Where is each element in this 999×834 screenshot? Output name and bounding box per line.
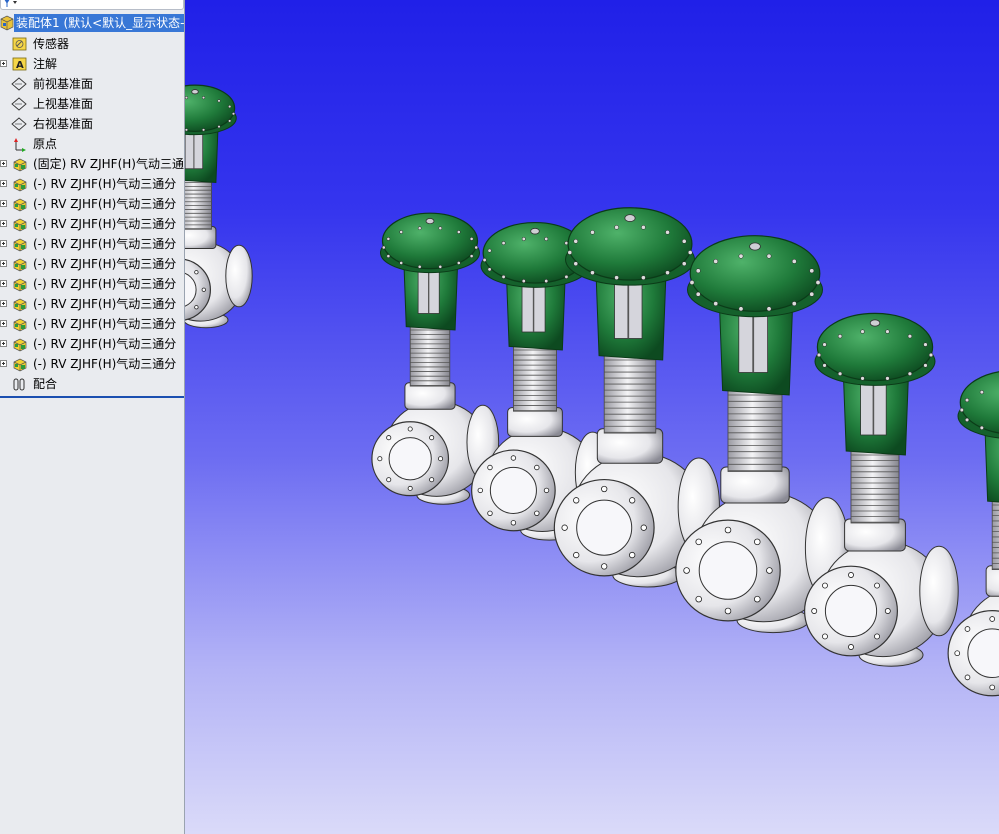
part-icon [13, 338, 27, 352]
part-icon [13, 358, 27, 372]
tree-item-label: (固定) RV ZJHF(H)气动三通分 [33, 157, 184, 171]
tree-item-label: 传感器 [33, 37, 70, 51]
valve-model[interactable] [371, 212, 500, 505]
filter-icon[interactable] [3, 0, 19, 8]
tree-item[interactable]: (-) RV ZJHF(H)气动三通分 [0, 214, 184, 234]
tree-item[interactable]: (固定) RV ZJHF(H)气动三通分 [0, 154, 184, 174]
tree-item-label: (-) RV ZJHF(H)气动三通分 [33, 357, 177, 371]
part-icon [13, 278, 27, 292]
tree-item[interactable]: (-) RV ZJHF(H)气动三通分 [0, 274, 184, 294]
tree-item-label: 配合 [33, 377, 58, 391]
tree-item[interactable]: A 注解 [0, 54, 184, 74]
tree-item-label: (-) RV ZJHF(H)气动三通分 [33, 217, 177, 231]
plane-icon [11, 97, 27, 111]
tree-item[interactable]: (-) RV ZJHF(H)气动三通分 [0, 334, 184, 354]
expand-icon[interactable] [0, 180, 7, 187]
tree-filter-bar [0, 0, 184, 12]
tree-item[interactable]: (-) RV ZJHF(H)气动三通分 [0, 174, 184, 194]
origin-icon [14, 138, 26, 152]
expand-icon[interactable] [0, 260, 7, 267]
tree-item-label: 上视基准面 [33, 97, 94, 111]
valve-assembly-3d-view [185, 84, 999, 705]
expand-icon[interactable] [0, 280, 7, 287]
expand-icon[interactable] [0, 220, 7, 227]
tree-item[interactable]: (-) RV ZJHF(H)气动三通分 [0, 194, 184, 214]
expand-icon[interactable] [0, 300, 7, 307]
part-icon [13, 198, 27, 212]
part-icon [13, 258, 27, 272]
tree-item-label: 前视基准面 [33, 77, 94, 91]
plane-icon [11, 117, 27, 131]
tree-item-label: 原点 [33, 137, 58, 151]
part-icon [13, 158, 27, 172]
tree-item[interactable]: (-) RV ZJHF(H)气动三通分 [0, 314, 184, 334]
part-icon [13, 238, 27, 252]
tree-item[interactable]: 传感器 [0, 34, 184, 54]
mates-icon [13, 378, 25, 391]
part-icon [13, 218, 27, 232]
tree-item[interactable]: (-) RV ZJHF(H)气动三通分 [0, 254, 184, 274]
tree-item[interactable]: (-) RV ZJHF(H)气动三通分 [0, 294, 184, 314]
tree-item-label: 注解 [33, 57, 58, 71]
tree-item[interactable]: 前视基准面 [0, 74, 184, 94]
tree-item[interactable]: (-) RV ZJHF(H)气动三通分 [0, 354, 184, 374]
tree-item-label: (-) RV ZJHF(H)气动三通分 [33, 277, 177, 291]
expand-icon[interactable] [0, 240, 7, 247]
tree-item[interactable]: 配合 [0, 374, 184, 394]
tree-item-label: (-) RV ZJHF(H)气动三通分 [33, 297, 177, 311]
expand-icon[interactable] [0, 320, 7, 327]
tree-item-label: 右视基准面 [33, 117, 94, 131]
expand-icon[interactable] [0, 340, 7, 347]
filter-box[interactable] [0, 0, 184, 10]
svg-text:A: A [16, 60, 24, 71]
valve-model[interactable] [675, 235, 850, 634]
valve-model[interactable] [803, 312, 959, 667]
part-icon [13, 298, 27, 312]
valve-model[interactable] [185, 84, 253, 329]
tree-item[interactable]: 原点 [0, 134, 184, 154]
sensor-icon [12, 37, 27, 51]
expand-icon[interactable] [0, 200, 7, 207]
expand-icon[interactable] [0, 160, 7, 167]
tree-root-assembly[interactable]: 装配体1 (默认<默认_显示状态- [0, 14, 184, 32]
tree-item[interactable]: 上视基准面 [0, 94, 184, 114]
tree-item-label: (-) RV ZJHF(H)气动三通分 [33, 317, 177, 331]
tree-item-label: (-) RV ZJHF(H)气动三通分 [33, 257, 177, 271]
annotation-icon: A [12, 57, 27, 71]
part-icon [13, 178, 27, 192]
tree-item[interactable]: (-) RV ZJHF(H)气动三通分 [0, 234, 184, 254]
expand-icon[interactable] [0, 60, 7, 67]
feature-manager-tree: 装配体1 (默认<默认_显示状态- 传感器 A 注解前视基准面上视基准面右视基准面原… [0, 0, 185, 834]
tree-item-label: (-) RV ZJHF(H)气动三通分 [33, 237, 177, 251]
valve-model[interactable] [947, 370, 999, 705]
tree-separator [0, 396, 184, 398]
expand-icon[interactable] [0, 360, 7, 367]
tree-item-label: (-) RV ZJHF(H)气动三通分 [33, 177, 177, 191]
graphics-viewport[interactable] [185, 0, 999, 834]
tree-item-label: (-) RV ZJHF(H)气动三通分 [33, 337, 177, 351]
tree-root-label: 装配体1 (默认<默认_显示状态- [14, 14, 184, 32]
tree-item-label: (-) RV ZJHF(H)气动三通分 [33, 197, 177, 211]
part-icon [13, 318, 27, 332]
plane-icon [11, 77, 27, 91]
tree-item[interactable]: 右视基准面 [0, 114, 184, 134]
